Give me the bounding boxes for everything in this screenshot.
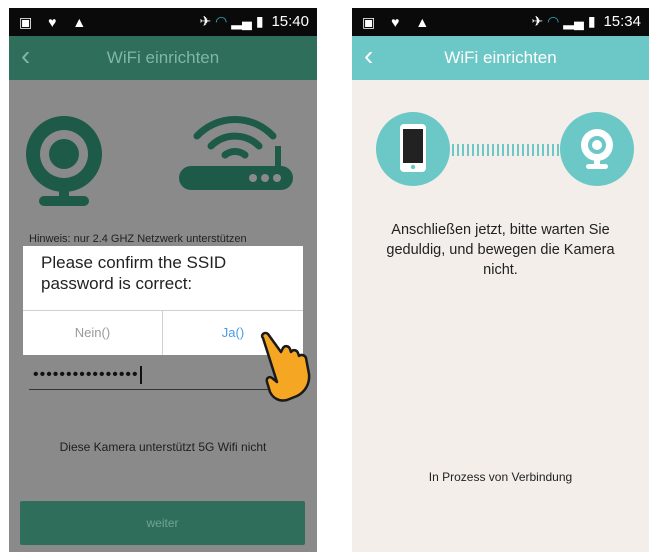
connection-status: In Prozess von Verbindung (428, 470, 573, 484)
notification-icons: ▣ ♥ ▲ (19, 14, 93, 30)
dialog-message: Please confirm the SSID password is corr… (41, 253, 227, 293)
next-button[interactable]: weiter (20, 501, 305, 545)
no-button[interactable]: Nein() (23, 311, 162, 355)
status-icons: ✈ ◠ ▂▄ ▮ 15:34 (531, 13, 641, 30)
phone-screen-left: ▣ ♥ ▲ ✈ ◠ ▂▄ ▮ 15:40 ‹ WiFi einrichten H… (9, 8, 317, 552)
connection-line (447, 144, 559, 156)
pointing-hand-icon (260, 331, 311, 402)
camera-icon (26, 116, 102, 206)
connecting-message: Anschließen jetzt, bitte warten Sie gedu… (386, 222, 615, 278)
status-bar: ▣ ♥ ▲ ✈ ◠ ▂▄ ▮ 15:34 (352, 8, 649, 36)
camera-icon (581, 129, 613, 169)
camera-circle (560, 112, 634, 186)
app-header: ‹ WiFi einrichten (9, 36, 317, 80)
frequency-hint: Hinweis: nur 2.4 GHZ Netzwerk unterstütz… (29, 233, 247, 245)
field-underline (29, 389, 283, 390)
connecting-screen: Anschließen jetzt, bitte warten Sie gedu… (352, 80, 649, 552)
clock: 15:34 (603, 13, 641, 30)
password-value: •••••••••••••••• (33, 366, 142, 384)
status-icons: ✈ ◠ ▂▄ ▮ 15:40 (199, 13, 309, 30)
notification-icons: ▣ ♥ ▲ (362, 14, 436, 30)
page-title: WiFi einrichten (106, 48, 220, 67)
page-title: WiFi einrichten (444, 48, 557, 67)
phone-circle (376, 112, 450, 186)
text-cursor (139, 366, 142, 384)
setup-screen-dimmed: Hinweis: nur 2.4 GHZ Netzwerk unterstütz… (9, 80, 317, 552)
router-icon (179, 116, 293, 190)
app-header: ‹ WiFi einrichten (352, 36, 649, 80)
status-bar: ▣ ♥ ▲ ✈ ◠ ▂▄ ▮ 15:40 (9, 8, 317, 36)
clock: 15:40 (271, 13, 309, 30)
phone-screen-right: ▣ ♥ ▲ ✈ ◠ ▂▄ ▮ 15:34 ‹ WiFi einrichten A… (352, 8, 649, 552)
phone-icon (400, 124, 426, 172)
5g-note: Diese Kamera unterstützt 5G Wifi nicht (59, 440, 267, 454)
